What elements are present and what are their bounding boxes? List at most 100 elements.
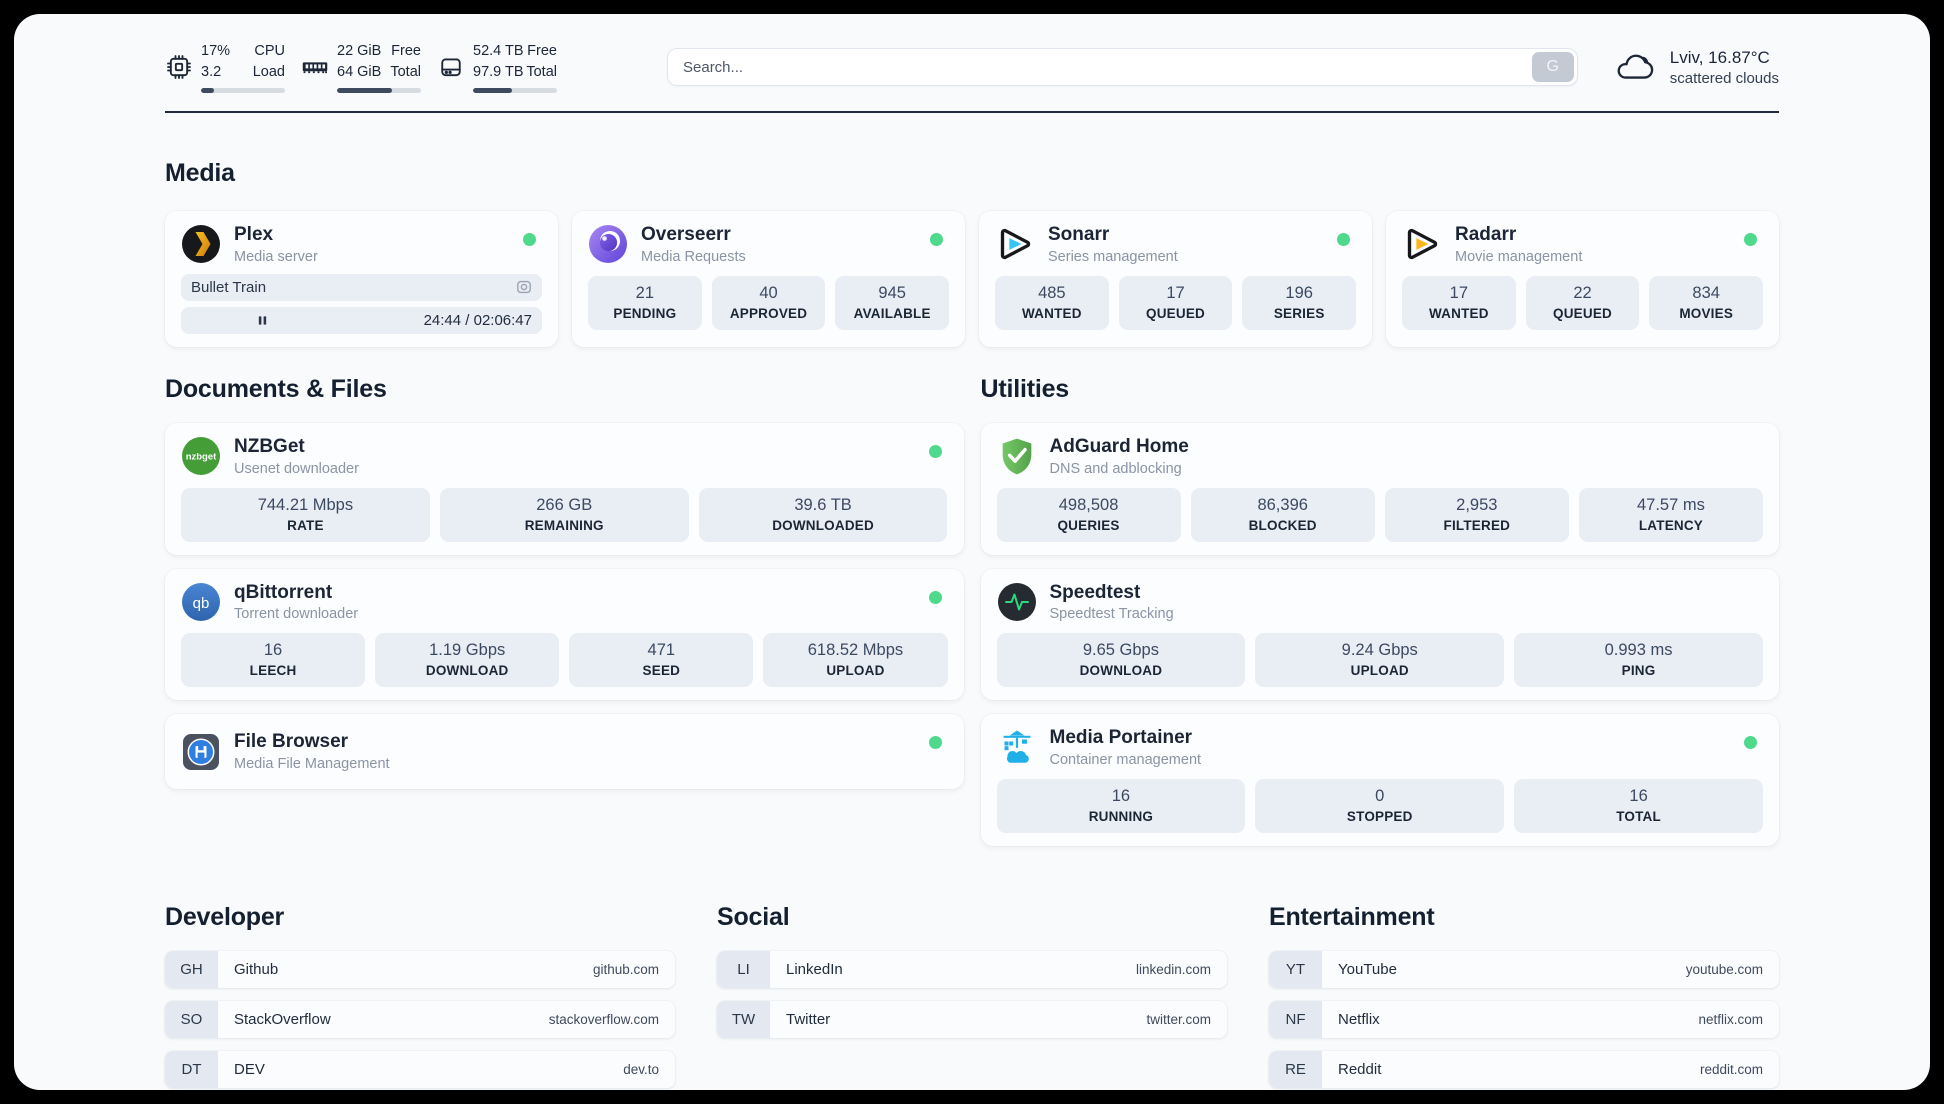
app-title: Plex (234, 224, 274, 245)
app-title: Speedtest (1049, 581, 1141, 603)
stat-downloaded: 39.6 TB DOWNLOADED (698, 487, 948, 542)
app-subtitle: Container management (1049, 752, 1202, 769)
stat-ping: 0.993 ms PING (1514, 633, 1763, 688)
bookmark-linkedin[interactable]: LI LinkedIn linkedin.com (717, 951, 1227, 989)
bookmark-youtube[interactable]: YT YouTube youtube.com (1269, 951, 1779, 989)
section-entertainment: Entertainment YT YouTube youtube.com NF … (1269, 903, 1779, 1089)
bookmark-twitter[interactable]: TW Twitter twitter.com (717, 1001, 1227, 1039)
cpu-values: 17% 3.2 (201, 43, 231, 80)
app-subtitle: Media Requests (641, 248, 746, 265)
stat-seed: 471 SEED (569, 633, 754, 688)
bookmark-url: twitter.com (1146, 1012, 1211, 1028)
bookmark-dev[interactable]: DT DEV dev.to (165, 1051, 675, 1089)
cpu-icon (165, 53, 193, 81)
search-bar: G (667, 48, 1578, 86)
bookmark-name: LinkedIn (786, 961, 843, 979)
cpu-labels: CPU Load (252, 43, 285, 80)
bookmark-abbr: GH (165, 951, 218, 989)
sonarr-icon (995, 224, 1035, 264)
media-heading: Media (165, 159, 235, 187)
memory-metric: 22 GiB 64 GiB Free Total (301, 41, 421, 93)
topbar-divider (165, 111, 1779, 113)
bookmark-netflix[interactable]: NF Netflix netflix.com (1269, 1001, 1779, 1039)
stat-wanted: 17 WANTED (1402, 275, 1516, 330)
stat-filtered: 2,953 FILTERED (1384, 487, 1569, 542)
app-subtitle: Movie management (1455, 248, 1583, 265)
bookmark-url: reddit.com (1699, 1062, 1763, 1078)
top-status-bar: 17% 3.2 CPU Load 22 GiB 64 GiB Free Tota… (165, 38, 1779, 96)
weather-condition: scattered clouds (1669, 69, 1779, 87)
dashboard-page: 17% 3.2 CPU Load 22 GiB 64 GiB Free Tota… (14, 14, 1930, 1090)
radarr-icon (1402, 224, 1442, 264)
filebrowser-icon (181, 732, 221, 772)
app-card-plex[interactable]: Plex Media server Bullet Train 24:44 / 0… (165, 211, 558, 347)
memory-values: 22 GiB 64 GiB (337, 43, 382, 80)
app-card-adguard[interactable]: AdGuard Home DNS and adblocking 498,508 … (980, 422, 1779, 555)
bookmark-url: linkedin.com (1135, 962, 1211, 978)
disk-labels: Free Total (526, 43, 557, 80)
bookmark-name: Twitter (786, 1011, 831, 1029)
stat-leech: 16 LEECH (181, 633, 366, 688)
ram-icon (301, 53, 329, 81)
app-card-sonarr[interactable]: Sonarr Series management 485 WANTED 17 Q… (979, 211, 1372, 347)
bookmark-abbr: NF (1269, 1001, 1322, 1039)
utilities-heading: Utilities (980, 374, 1070, 403)
bookmark-stackoverflow[interactable]: SO StackOverflow stackoverflow.com (165, 1001, 675, 1039)
now-playing-row: Bullet Train (181, 273, 542, 301)
stat-upload: 618.52 Mbps UPLOAD (763, 633, 948, 688)
plex-icon (181, 224, 221, 264)
bookmark-abbr: SO (165, 1001, 218, 1039)
bookmark-url: youtube.com (1685, 962, 1763, 978)
app-subtitle: Series management (1048, 248, 1178, 265)
stat-rate: 744.21 Mbps RATE (181, 487, 430, 542)
bookmark-abbr: RE (1269, 1051, 1322, 1089)
section-developer: Developer GH Github github.com SO StackO… (165, 903, 675, 1089)
bookmark-url: dev.to (623, 1062, 659, 1078)
section-social: Social LI LinkedIn linkedin.com TW Twitt… (717, 903, 1227, 1088)
app-title: NZBGet (234, 435, 305, 457)
svg-text:nzbget: nzbget (186, 452, 217, 463)
app-title: AdGuard Home (1049, 435, 1189, 457)
social-heading: Social (717, 903, 790, 932)
app-subtitle: Media File Management (234, 756, 390, 773)
app-card-radarr[interactable]: Radarr Movie management 17 WANTED 22 QUE… (1386, 211, 1779, 347)
stat-series: 196 SERIES (1242, 275, 1357, 330)
cpu-metric: 17% 3.2 CPU Load (165, 41, 285, 93)
status-online-dot (1744, 233, 1757, 246)
stat-queries: 498,508 QUERIES (996, 487, 1181, 542)
app-card-nzbget[interactable]: nzbget NZBGet Usenet downloader 744.21 M… (165, 422, 964, 555)
app-card-overseerr[interactable]: Overseerr Media Requests 21 PENDING 40 A… (572, 211, 965, 347)
app-subtitle: DNS and adblocking (1049, 460, 1182, 477)
system-metrics: 17% 3.2 CPU Load 22 GiB 64 GiB Free Tota… (165, 41, 557, 93)
app-card-qbittorrent[interactable]: qb qBittorrent Torrent downloader 16 LEE… (165, 568, 964, 701)
bookmark-reddit[interactable]: RE Reddit reddit.com (1269, 1051, 1779, 1089)
disk-values: 52.4 TB 97.9 TB (473, 43, 524, 80)
stat-upload: 9.24 Gbps UPLOAD (1255, 633, 1505, 688)
playback-progress-bar: 24:44 / 02:06:47 (181, 306, 542, 334)
adguard-icon (997, 436, 1037, 476)
status-online-dot (523, 233, 536, 246)
disk-icon (437, 53, 465, 81)
stat-download: 1.19 Gbps DOWNLOAD (375, 633, 560, 688)
stat-running: 16 RUNNING (996, 779, 1246, 834)
svg-text:qb: qb (193, 595, 210, 612)
bookmark-abbr: TW (717, 1001, 770, 1039)
memory-progress-bar (337, 87, 421, 93)
entertainment-heading: Entertainment (1269, 903, 1435, 932)
search-engine-button[interactable]: G (1531, 52, 1574, 82)
section-media: Media Plex Media server Bullet Train 24:… (165, 159, 1779, 347)
app-card-speedtest[interactable]: Speedtest Speedtest Tracking 9.65 Gbps D… (980, 568, 1779, 701)
search-input[interactable] (667, 48, 1578, 86)
bookmark-abbr: LI (717, 951, 770, 989)
playback-time: 24:44 / 02:06:47 (423, 311, 532, 329)
app-card-filebrowser[interactable]: File Browser Media File Management (165, 714, 964, 790)
bookmark-github[interactable]: GH Github github.com (165, 951, 675, 989)
cloud-icon (1612, 47, 1658, 87)
disk-progress-bar (473, 87, 557, 93)
bookmark-name: Netflix (1338, 1011, 1380, 1029)
app-card-portainer[interactable]: Media Portainer Container management 16 … (980, 714, 1779, 847)
bookmark-url: github.com (592, 962, 659, 978)
cast-device-icon (516, 279, 532, 295)
section-utilities: Utilities AdGuard Home DNS and adblockin… (980, 374, 1779, 847)
stat-movies: 834 MOVIES (1649, 275, 1764, 330)
